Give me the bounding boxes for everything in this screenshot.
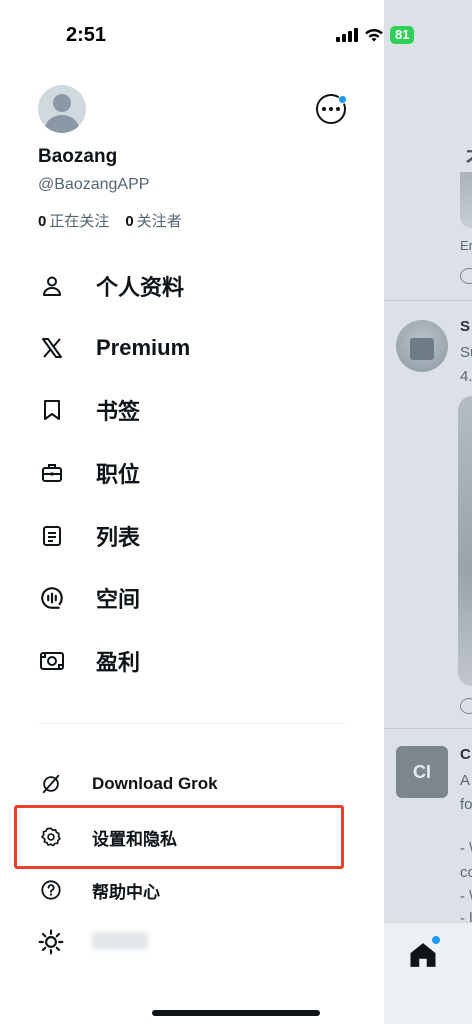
menu-item-jobs[interactable]: 职位 <box>38 453 140 493</box>
battery-indicator: 81 <box>390 26 415 44</box>
bookmark-icon <box>38 396 66 424</box>
notification-dot <box>338 95 347 104</box>
feed-media-thumbnail <box>460 172 472 228</box>
wifi-icon <box>365 28 383 42</box>
menu-item-help-center[interactable]: 帮助中心 <box>38 874 160 906</box>
monetization-icon <box>38 647 66 675</box>
following-link[interactable]: 0 正在关注 <box>38 210 109 231</box>
feed-text-fragment: Su <box>460 344 472 361</box>
feed-text-fragment: C <box>460 746 471 763</box>
status-time: 2:51 <box>66 24 107 46</box>
menu-item-label: 空间 <box>96 587 141 612</box>
menu-item-bookmarks[interactable]: 书签 <box>38 390 140 430</box>
background-feed: 才 Er S Su 4. CI C A fo - \ co - \ - l <box>384 0 472 1024</box>
cellular-signal-icon <box>336 28 358 42</box>
notification-dot <box>432 936 440 944</box>
help-icon <box>38 877 64 903</box>
feed-divider <box>384 300 472 301</box>
list-icon <box>38 522 66 550</box>
bottom-tab-bar <box>384 922 472 1024</box>
blurred-label <box>92 932 148 950</box>
feed-text-fragment: fo <box>460 796 472 813</box>
display-name[interactable]: Baozang <box>38 146 117 168</box>
sun-icon <box>38 929 64 955</box>
grok-icon <box>38 771 64 797</box>
menu-item-lists[interactable]: 列表 <box>38 516 140 556</box>
spaces-icon <box>38 584 66 612</box>
feed-divider <box>384 728 472 729</box>
menu-item-monetization[interactable]: 盈利 <box>38 641 140 681</box>
highlight-box <box>14 805 344 869</box>
menu-item-label: 列表 <box>96 525 141 550</box>
menu-item-label: Premium <box>96 335 191 360</box>
side-drawer: 2:51 81 Baozang @BaozangAPP 0 正在关注 0 关注者 个… <box>0 0 415 1024</box>
menu-item-spaces[interactable]: 空间 <box>38 578 140 618</box>
feed-text-fragment: Er <box>460 238 472 253</box>
feed-text-fragment: - \ <box>460 840 472 857</box>
menu-item-label: 个人资料 <box>96 275 185 300</box>
home-icon[interactable] <box>408 940 438 970</box>
reply-icon <box>460 698 472 714</box>
feed-text-fragment: co <box>460 864 472 881</box>
follow-stats: 0 正在关注 0 关注者 <box>38 210 182 231</box>
avatar[interactable] <box>38 85 86 133</box>
menu-item-premium[interactable]: Premium <box>38 328 190 368</box>
feed-media-image <box>458 396 472 686</box>
menu-item-download-grok[interactable]: Download Grok <box>38 768 218 800</box>
feed-tab-fragment: 才 <box>466 140 472 169</box>
menu-item-label: 帮助中心 <box>92 882 160 902</box>
feed-text-fragment: 4. <box>460 368 472 385</box>
person-icon <box>38 272 66 300</box>
feed-text-fragment: A <box>460 772 471 789</box>
menu-item-label: 盈利 <box>96 650 141 675</box>
menu-divider <box>38 723 346 724</box>
theme-toggle[interactable] <box>38 926 64 958</box>
home-indicator <box>152 1010 320 1016</box>
menu-item-label: 书签 <box>96 399 141 424</box>
menu-item-label: Download Grok <box>92 774 218 793</box>
feed-avatar <box>396 320 448 372</box>
user-handle: @BaozangAPP <box>38 176 150 193</box>
status-icons: 81 <box>336 24 415 46</box>
feed-text-fragment: - \ <box>460 888 472 905</box>
feed-text-fragment: S <box>460 318 471 335</box>
x-logo-icon <box>38 334 66 362</box>
menu-item-profile[interactable]: 个人资料 <box>38 266 184 306</box>
feed-avatar-logo: CI <box>396 746 448 798</box>
menu-item-label: 职位 <box>96 462 141 487</box>
reply-icon <box>460 268 472 284</box>
briefcase-icon <box>38 459 66 487</box>
followers-link[interactable]: 0 关注者 <box>125 210 181 231</box>
